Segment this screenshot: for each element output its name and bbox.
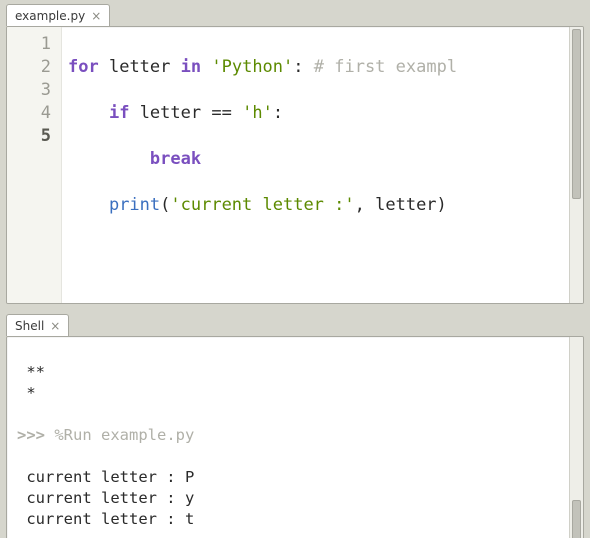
code-area[interactable]: for letter in 'Python': # first exampl i…: [62, 27, 457, 303]
code-editor[interactable]: 1 2 3 4 5 for letter in 'Python': # firs…: [7, 27, 569, 303]
scrollbar-thumb[interactable]: [572, 29, 581, 199]
scrollbar-thumb[interactable]: [572, 500, 581, 538]
shell-output-line: current letter : t: [17, 510, 194, 528]
shell-pane: Shell × ** * >>> %Run example.py current…: [0, 310, 590, 538]
shell-tab-label: Shell: [15, 319, 44, 333]
shell-banner-line: *: [17, 384, 36, 402]
line-number: 3: [7, 79, 51, 102]
shell-output-line: current letter : P: [17, 468, 194, 486]
shell-run-command: %Run example.py: [54, 426, 194, 444]
code-line: [68, 240, 457, 263]
editor-tab-label: example.py: [15, 9, 85, 23]
editor-tab-example[interactable]: example.py ×: [6, 4, 110, 26]
ide-window: example.py × 1 2 3 4 5 for letter in 'Py…: [0, 0, 590, 538]
editor-frame: 1 2 3 4 5 for letter in 'Python': # firs…: [6, 26, 584, 304]
line-number: 5: [7, 125, 51, 148]
code-line: if letter == 'h':: [68, 102, 457, 125]
code-line: break: [68, 148, 457, 171]
editor-pane: example.py × 1 2 3 4 5 for letter in 'Py…: [0, 0, 590, 310]
code-line: for letter in 'Python': # first exampl: [68, 56, 457, 79]
line-number: 4: [7, 102, 51, 125]
shell-banner-line: **: [17, 363, 45, 381]
shell-frame: ** * >>> %Run example.py current letter …: [6, 336, 584, 538]
close-icon[interactable]: ×: [91, 10, 101, 22]
shell-tab[interactable]: Shell ×: [6, 314, 69, 336]
shell-prompt: >>>: [17, 426, 45, 444]
line-number: 2: [7, 56, 51, 79]
shell-output-line: current letter : y: [17, 489, 194, 507]
editor-tabbar: example.py ×: [0, 0, 590, 26]
close-icon[interactable]: ×: [50, 320, 60, 332]
shell-console[interactable]: ** * >>> %Run example.py current letter …: [7, 337, 569, 538]
code-line: print('current letter :', letter): [68, 194, 457, 217]
shell-scrollbar[interactable]: [569, 337, 583, 538]
shell-tabbar: Shell ×: [0, 310, 590, 336]
editor-scrollbar[interactable]: [569, 27, 583, 303]
line-number: 1: [7, 33, 51, 56]
line-number-gutter: 1 2 3 4 5: [7, 27, 62, 303]
